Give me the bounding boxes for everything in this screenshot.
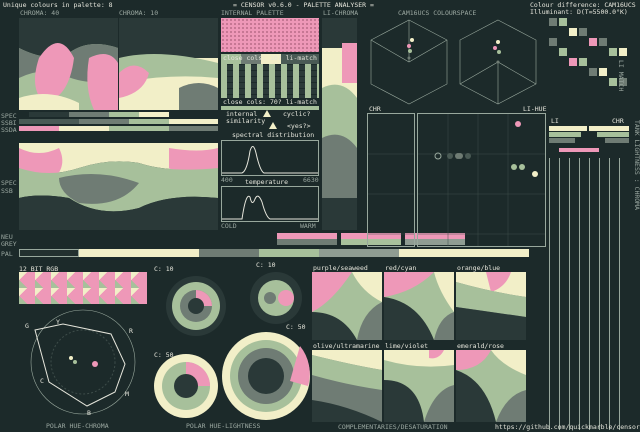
right-bars — [549, 126, 629, 156]
polar-hl-label: POLAR HUE-LIGHTNESS — [186, 422, 261, 430]
scatter-chr-points — [434, 152, 474, 164]
chroma-right-label: CHROMA: 10 — [119, 9, 159, 17]
polar-hue-lightness-svg — [154, 272, 310, 420]
spectrum-bars — [19, 112, 218, 136]
right-chr-label: CHR — [612, 117, 624, 125]
scatter-li-hue-svg — [410, 114, 545, 246]
temperature-label: temperature — [245, 178, 289, 186]
li-chroma-svg — [322, 18, 357, 230]
bit-rgb-grid — [19, 272, 147, 304]
complementaries-label: COMPLEMENTARIES/DESATURATION — [338, 423, 448, 431]
right-vertical-right: TANK LIGHTNESS : CHROMA — [633, 120, 640, 211]
cyclic-label: cyclic? — [283, 110, 311, 118]
ssb-label: SSB — [1, 187, 13, 195]
polar-hc-label: POLAR HUE-CHROMA — [46, 422, 109, 430]
hue-label-b: B — [87, 409, 91, 417]
close-cols-1-label: close cols: 10? li-match — [223, 54, 317, 62]
grey-label: GREY — [1, 240, 17, 248]
scatter-chr-svg — [368, 153, 414, 235]
spec2-label: SPEC — [1, 179, 17, 187]
complementaries-grid — [312, 272, 528, 424]
comp-label-1: purple/seaweed — [313, 264, 368, 272]
cyclic-triangle-icon — [269, 122, 277, 129]
github-link[interactable]: https://github.com/quickmarble/censor — [495, 424, 640, 431]
internal-similarity-label: internal similarity — [226, 110, 266, 125]
temperature-curve — [222, 195, 318, 220]
scatter-chr-chart — [367, 113, 415, 247]
scatter-point-pink — [515, 121, 521, 127]
chroma-left-label: CHROMA: 40 — [20, 9, 60, 17]
spectral-chart — [221, 140, 319, 176]
hue-chroma-10-panel — [119, 18, 218, 110]
internal-palette-grid — [221, 18, 319, 52]
right-column-grid — [549, 158, 629, 430]
temp-hi: WARM — [300, 222, 316, 230]
similarity-triangle-icon — [263, 110, 271, 117]
scatter-li-hue-label: LI-HUE — [523, 105, 547, 113]
ssda-label: SSDA — [1, 126, 17, 134]
hue-chroma-40-panel — [19, 18, 118, 110]
comp-label-2: red/cyan — [385, 264, 417, 272]
scatter-chr-label: CHR — [369, 105, 381, 113]
hue-label-c: C — [40, 377, 44, 385]
scatter-point-sage — [511, 164, 517, 170]
scatter-point-cream — [532, 171, 538, 177]
spectral-lo: 400 — [221, 176, 233, 184]
lightness-wave-svg — [19, 143, 218, 230]
polar-hue-chroma-svg — [30, 309, 136, 415]
cyclic-answer: <yes?> — [287, 122, 311, 130]
unique-colours-label: Unique colours in palette: 8 — [3, 1, 113, 9]
app-title: = CENSOR v0.6.0 - PALETTE ANALYSER = — [233, 1, 374, 9]
hue-chroma-40-svg — [19, 18, 118, 110]
temperature-chart — [221, 186, 319, 222]
cam-space-panel — [365, 18, 546, 106]
cam-space-svg — [370, 19, 537, 105]
li-chroma-strip — [322, 18, 357, 230]
hue-label-m: M — [125, 390, 129, 398]
lightness-wave-panel — [19, 138, 218, 230]
hue-label-g: G — [25, 322, 29, 330]
internal-palette-label: INTERNAL PALETTE — [221, 9, 284, 17]
polar-hue-lightness — [150, 266, 310, 422]
li-chroma-label: LI-CHROMA — [323, 9, 359, 17]
comp-label-3: orange/blue — [457, 264, 501, 272]
scatter-li-hue-chart — [410, 113, 546, 247]
hue-chroma-10-svg — [119, 18, 218, 110]
polar-hue-chroma — [19, 306, 147, 418]
spectral-curve — [222, 146, 318, 174]
pal-label: PAL — [1, 250, 13, 258]
hue-label-r: R — [129, 327, 133, 335]
spectral-hi: 6630 — [303, 176, 319, 184]
cam-space-label: CAM16UCS COLOURSPACE — [398, 9, 477, 17]
right-vertical-left: LI MATCH — [617, 60, 625, 92]
temp-lo: COLD — [221, 222, 237, 230]
close-cols-1-matrix — [221, 64, 319, 98]
hue-label-y: Y — [56, 318, 60, 326]
illuminant-label: Illuminant: D(T=5500.0°K) — [530, 8, 628, 16]
scatter-point-sage-2 — [519, 164, 525, 170]
complementaries-svg — [312, 272, 526, 422]
spectral-label: spectral distribution — [232, 131, 315, 139]
right-matrix — [549, 18, 639, 116]
right-li-label: LI — [551, 117, 559, 125]
close-cols-2-label: close cols: 70? li-match — [223, 98, 317, 106]
